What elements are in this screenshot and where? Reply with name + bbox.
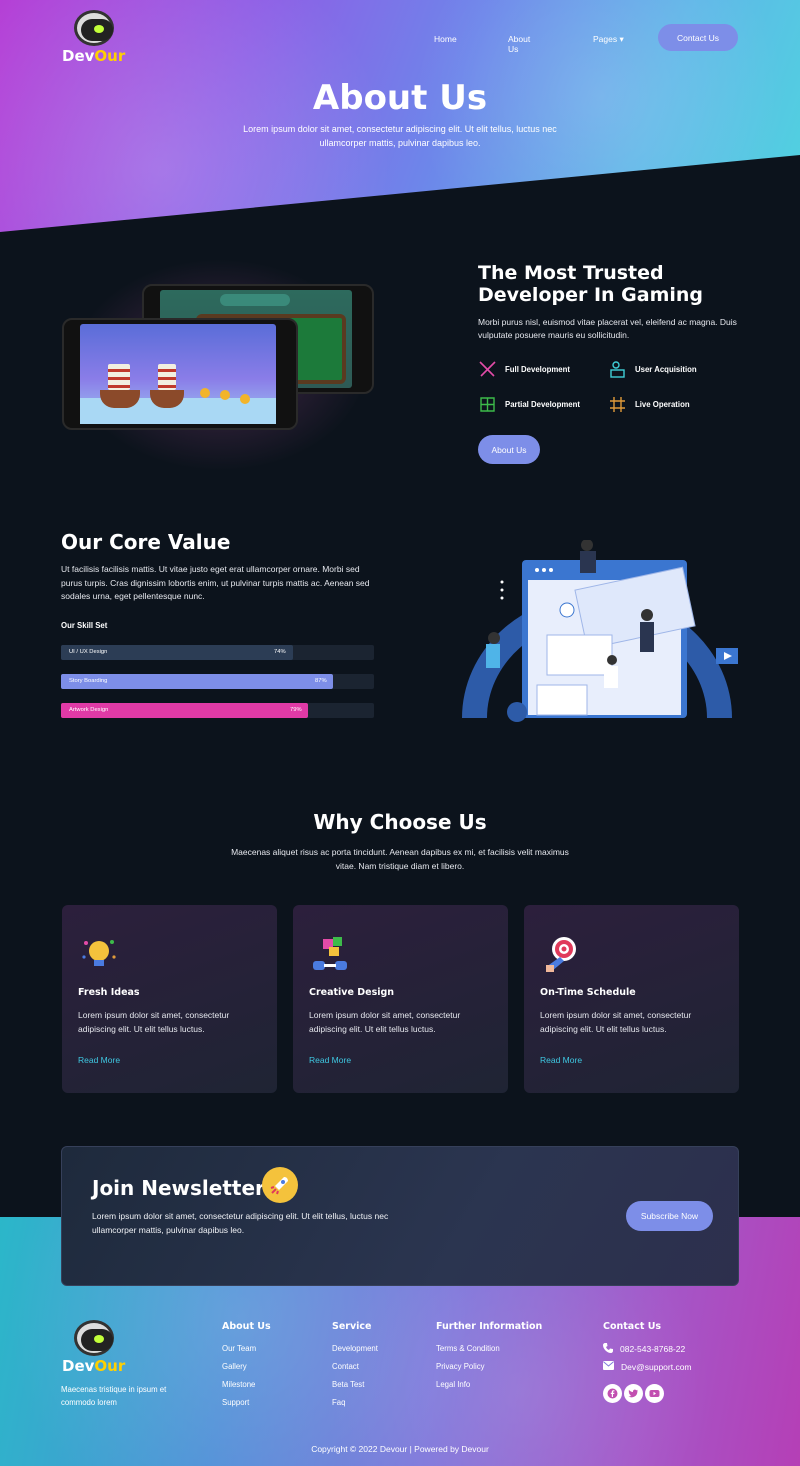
contact-us-button[interactable]: Contact Us xyxy=(658,24,738,51)
card-text: Lorem ipsum dolor sit amet, consectetur … xyxy=(309,1010,461,1034)
feature-user-acquisition: User Acquisition xyxy=(608,360,697,379)
subscribe-now-button[interactable]: Subscribe Now xyxy=(626,1201,713,1231)
puzzle-icon xyxy=(309,933,351,975)
nav-about[interactable]: About Us xyxy=(508,34,530,54)
why-choose-subtitle: Maecenas aliquet risus ac porta tincidun… xyxy=(231,847,569,871)
nav-home[interactable]: Home xyxy=(434,34,457,44)
trusted-title: The Most Trusted Developer In Gaming xyxy=(478,262,704,306)
newsletter-text: Lorem ipsum dolor sit amet, consectetur … xyxy=(92,1211,389,1235)
footer-link-legal[interactable]: Legal Info xyxy=(436,1380,470,1389)
logo-text: DevOur xyxy=(62,47,126,65)
footer-link-support[interactable]: Support xyxy=(222,1398,249,1407)
robot-logo-icon xyxy=(73,10,114,46)
skill-bar-ui-ux: UI / UX Design 74% xyxy=(61,645,374,660)
chevron-down-icon: ▾ xyxy=(619,34,624,44)
feature-full-development: Full Development xyxy=(478,360,570,379)
robot-logo-icon xyxy=(73,1320,114,1356)
team-illustration xyxy=(452,539,752,725)
skill-set-heading: Our Skill Set xyxy=(61,621,108,630)
logo-text: DevOur xyxy=(62,1357,126,1375)
trusted-text: Morbi purus nisl, euismod vitae placerat… xyxy=(478,317,737,340)
footer-heading-further-info: Further Information xyxy=(436,1321,543,1332)
target-icon xyxy=(540,933,582,975)
copyright-text: Copyright © 2022 Devour | Powered by Dev… xyxy=(311,1444,489,1454)
skill-bar-story-boarding: Story Boarding 87% xyxy=(61,674,374,689)
card-title: Creative Design xyxy=(309,987,395,998)
swords-icon xyxy=(478,360,497,379)
page-title: About Us xyxy=(312,78,488,118)
contact-email[interactable]: Dev@support.com xyxy=(603,1361,692,1372)
read-more-link[interactable]: Read More xyxy=(78,1055,120,1065)
read-more-link[interactable]: Read More xyxy=(309,1055,351,1065)
core-value-text: Ut facilisis facilisis mattis. Ut vitae … xyxy=(61,564,370,601)
footer-description: Maecenas tristique in ipsum et commodo l… xyxy=(61,1385,167,1407)
card-title: Fresh Ideas xyxy=(78,987,140,998)
game-phones-image xyxy=(58,270,388,455)
card-text: Lorem ipsum dolor sit amet, consectetur … xyxy=(540,1010,692,1034)
footer-link-privacy[interactable]: Privacy Policy xyxy=(436,1362,485,1371)
page: DevOur Home About Us Pages ▾ Contact Us … xyxy=(0,0,800,1466)
footer-heading-service: Service xyxy=(332,1321,372,1332)
footer-link-milestone[interactable]: Milestone xyxy=(222,1380,255,1389)
footer-heading-contact: Contact Us xyxy=(603,1321,662,1332)
why-choose-title: Why Choose Us xyxy=(313,810,487,834)
facebook-icon[interactable] xyxy=(603,1384,622,1403)
card-title: On-Time Schedule xyxy=(540,987,636,998)
read-more-link[interactable]: Read More xyxy=(540,1055,582,1065)
card-text: Lorem ipsum dolor sit amet, consectetur … xyxy=(78,1010,230,1034)
hero-subtitle: Lorem ipsum dolor sit amet, consectetur … xyxy=(243,124,557,148)
contact-phone[interactable]: 082-543-8768-22 xyxy=(603,1343,685,1355)
card-creative-design: Creative Design Lorem ipsum dolor sit am… xyxy=(293,905,508,1093)
viking-game-phone xyxy=(62,318,298,430)
footer-heading-about: About Us xyxy=(222,1321,271,1332)
about-us-button[interactable]: About Us xyxy=(478,435,540,464)
newsletter-title: Join Newsletter xyxy=(92,1176,265,1200)
envelope-icon xyxy=(603,1361,614,1372)
feature-live-operation: Live Operation xyxy=(608,395,690,414)
twitter-icon[interactable] xyxy=(624,1384,643,1403)
youtube-icon[interactable] xyxy=(645,1384,664,1403)
footer-link-terms[interactable]: Terms & Condition xyxy=(436,1344,500,1353)
footer-link-contact[interactable]: Contact xyxy=(332,1362,359,1371)
phone-icon xyxy=(603,1343,613,1355)
skill-bar-artwork-design: Artwork Design 79% xyxy=(61,703,374,718)
footer-link-development[interactable]: Development xyxy=(332,1344,378,1353)
user-desk-icon xyxy=(608,360,627,379)
core-value-title: Our Core Value xyxy=(61,530,231,554)
footer-link-gallery[interactable]: Gallery xyxy=(222,1362,247,1371)
nav-pages[interactable]: Pages ▾ xyxy=(593,34,624,45)
grid-icon xyxy=(478,395,497,414)
footer-link-beta-test[interactable]: Beta Test xyxy=(332,1380,364,1389)
card-fresh-ideas: Fresh Ideas Lorem ipsum dolor sit amet, … xyxy=(62,905,277,1093)
feature-partial-development: Partial Development xyxy=(478,395,580,414)
site-logo[interactable]: DevOur xyxy=(62,10,125,65)
lightbulb-icon xyxy=(78,933,120,975)
footer-link-faq[interactable]: Faq xyxy=(332,1398,345,1407)
footer-logo[interactable]: DevOur xyxy=(62,1320,125,1375)
card-on-time-schedule: On-Time Schedule Lorem ipsum dolor sit a… xyxy=(524,905,739,1093)
footer-link-our-team[interactable]: Our Team xyxy=(222,1344,256,1353)
hashgrid-icon xyxy=(608,395,627,414)
rocket-icon xyxy=(262,1167,298,1203)
